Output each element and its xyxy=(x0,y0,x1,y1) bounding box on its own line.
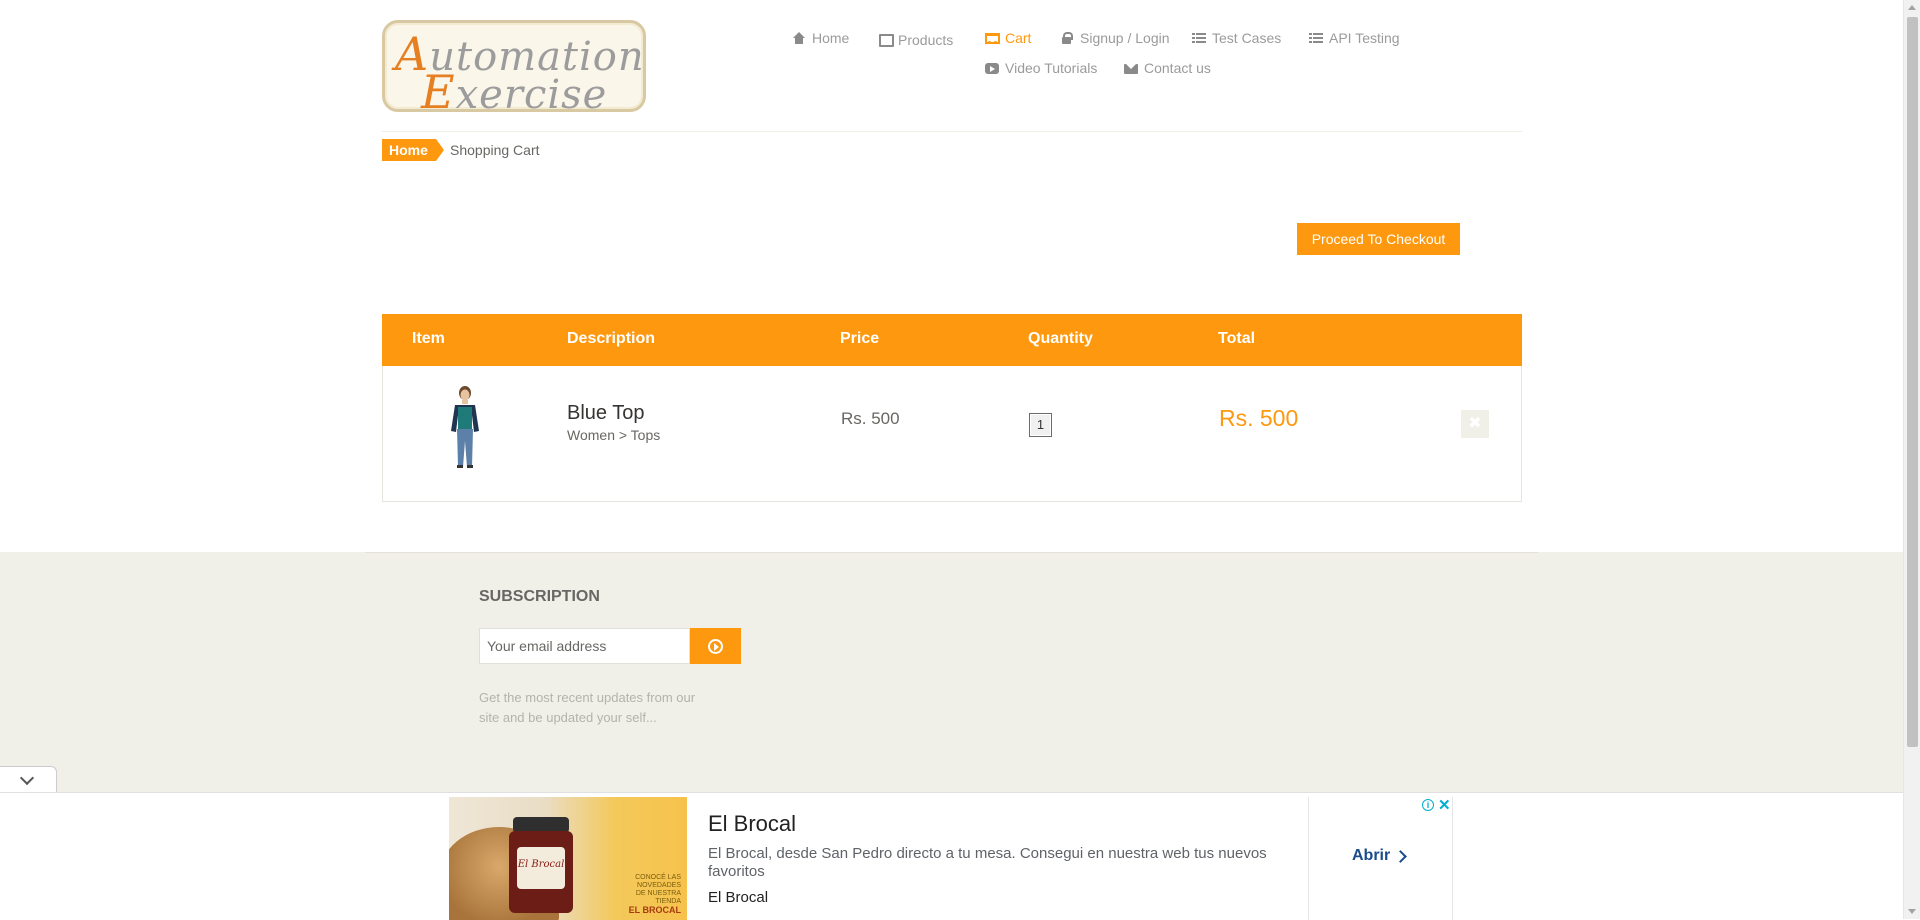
subscription-text: Get the most recent updates from our sit… xyxy=(479,690,696,725)
jar-illustration: El Brocal xyxy=(509,817,573,913)
cart-icon xyxy=(985,32,1000,44)
ad-promo-text: CONOCÉ LAS NOVEDADES DE NUESTRA TIENDA E… xyxy=(628,874,681,915)
cart-table: Item Description Price Quantity Total Bl… xyxy=(382,314,1522,502)
breadcrumb-current: Shopping Cart xyxy=(450,142,540,158)
main-nav: Home Products Cart Signup / Login Test C… xyxy=(780,27,1420,87)
arrow-circle-right-icon xyxy=(708,639,723,654)
page: Automation Exercise Home Products Cart S… xyxy=(0,0,1903,920)
page-scrollbar[interactable] xyxy=(1903,0,1920,919)
scroll-up-icon[interactable] xyxy=(1908,5,1916,10)
youtube-icon xyxy=(985,62,999,74)
proceed-to-checkout-button[interactable]: Proceed To Checkout xyxy=(1297,223,1460,255)
header-quantity: Quantity xyxy=(1028,330,1093,347)
nav-home-label: Home xyxy=(812,30,850,46)
ad-banner: El Brocal CONOCÉ LAS NOVEDADES DE NUESTR… xyxy=(0,792,1903,920)
nav-contact-us[interactable]: Contact us xyxy=(1124,60,1211,76)
nav-cart-label: Cart xyxy=(1005,30,1032,46)
breadcrumb-home[interactable]: Home xyxy=(382,139,444,161)
list-icon xyxy=(1192,32,1206,44)
subscribe-button[interactable] xyxy=(690,628,741,664)
subscription-email-input[interactable] xyxy=(479,628,690,664)
lock-icon xyxy=(1060,32,1074,44)
product-image[interactable] xyxy=(435,385,495,469)
box-icon xyxy=(878,32,894,47)
header-divider xyxy=(382,131,1522,132)
footer: SUBSCRIPTION Get the most recent updates… xyxy=(0,552,1903,792)
scrollbar-thumb[interactable] xyxy=(1907,17,1918,747)
ad-collapse-toggle[interactable] xyxy=(0,766,57,792)
nav-signup-login-label: Signup / Login xyxy=(1080,30,1170,46)
nav-api-testing[interactable]: API Testing xyxy=(1309,30,1400,46)
ad-open-label: Abrir xyxy=(1352,847,1391,864)
nav-products-label: Products xyxy=(898,32,954,48)
product-quantity[interactable]: 1 xyxy=(1029,413,1052,437)
ad-open-button[interactable]: Abrir xyxy=(1352,847,1408,865)
nav-cart[interactable]: Cart xyxy=(985,30,1031,46)
list-icon xyxy=(1309,32,1323,44)
ad-close-icon[interactable]: ✕ xyxy=(1438,796,1451,814)
ad-description: El Brocal, desde San Pedro directo a tu … xyxy=(708,845,1267,880)
nav-test-cases-label: Test Cases xyxy=(1212,30,1282,46)
logo-line-2: Exercise xyxy=(421,65,608,119)
delete-item-button[interactable]: ✖ xyxy=(1461,410,1489,438)
scroll-down-icon[interactable] xyxy=(1908,909,1916,914)
ad-advertiser: El Brocal xyxy=(708,889,769,906)
nav-home[interactable]: Home xyxy=(792,30,849,46)
cart-table-header: Item Description Price Quantity Total xyxy=(382,314,1522,366)
ad-divider xyxy=(1308,797,1309,920)
header-description: Description xyxy=(567,330,656,347)
nav-signup-login[interactable]: Signup / Login xyxy=(1060,30,1170,46)
nav-test-cases[interactable]: Test Cases xyxy=(1192,30,1281,46)
home-icon xyxy=(792,32,806,44)
times-icon: ✖ xyxy=(1468,415,1482,432)
ad-image[interactable]: El Brocal CONOCÉ LAS NOVEDADES DE NUESTR… xyxy=(449,797,687,920)
site-logo[interactable]: Automation Exercise xyxy=(382,20,646,119)
header-item: Item xyxy=(412,330,445,347)
nav-video-tutorials[interactable]: Video Tutorials xyxy=(985,60,1097,76)
product-price: Rs. 500 xyxy=(841,409,900,428)
chevron-right-icon xyxy=(1394,849,1408,863)
product-name-link[interactable]: Blue Top xyxy=(567,402,644,425)
header-price: Price xyxy=(840,330,880,347)
ad-info-icon[interactable]: i xyxy=(1422,799,1434,811)
nav-video-tutorials-label: Video Tutorials xyxy=(1005,60,1098,76)
product-total: Rs. 500 xyxy=(1219,405,1299,431)
footer-divider xyxy=(365,552,1538,553)
nav-api-testing-label: API Testing xyxy=(1329,30,1400,46)
ad-border xyxy=(1452,797,1453,920)
header-total: Total xyxy=(1218,330,1256,347)
ad-title[interactable]: El Brocal xyxy=(708,811,796,837)
envelope-icon xyxy=(1124,62,1138,74)
jar-label-text: El Brocal xyxy=(517,859,565,870)
nav-contact-us-label: Contact us xyxy=(1144,60,1211,76)
product-category: Women > Tops xyxy=(567,427,661,443)
nav-products[interactable]: Products xyxy=(878,30,954,48)
subscription-title: SUBSCRIPTION xyxy=(479,588,600,605)
